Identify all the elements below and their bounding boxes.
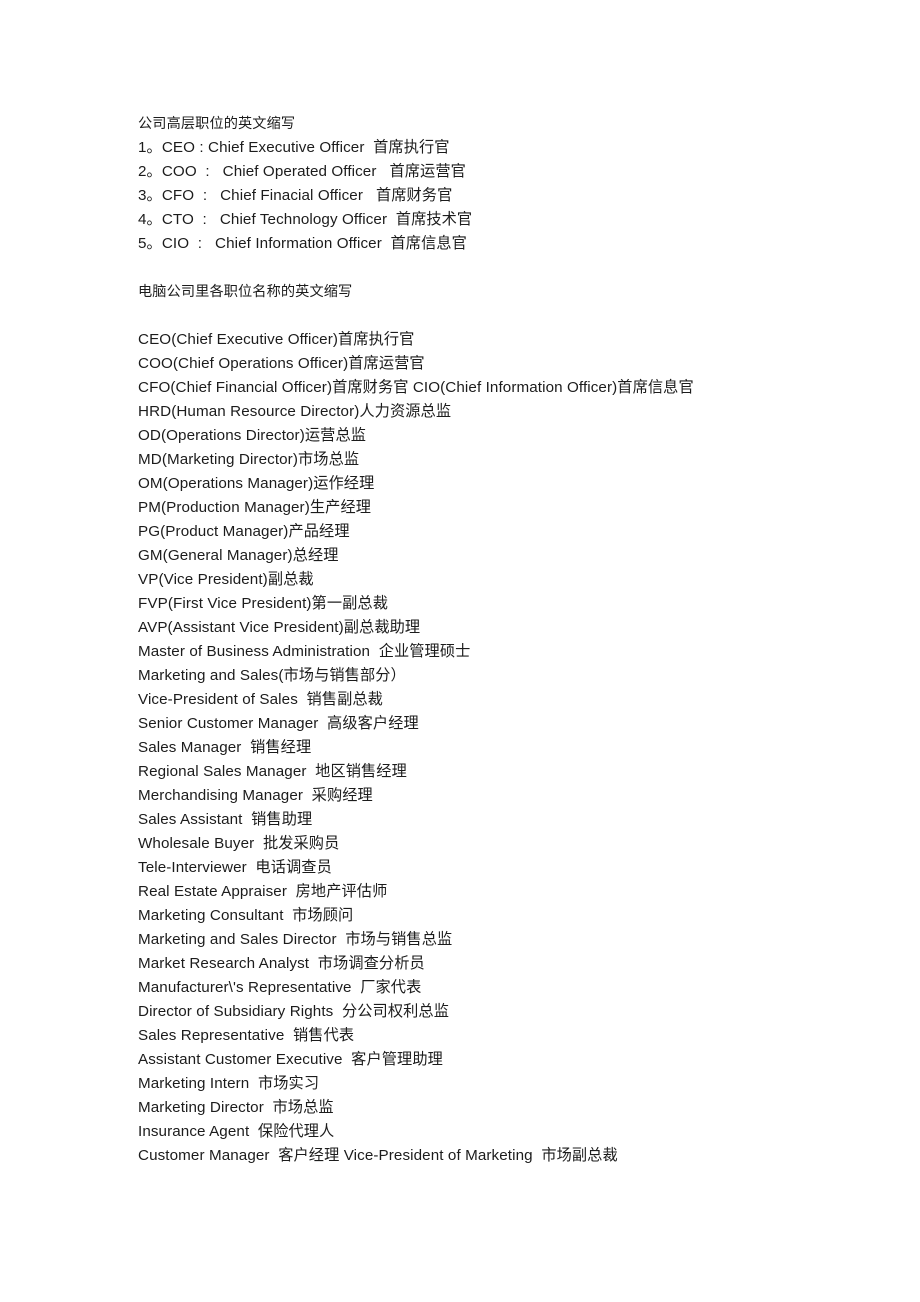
- list-item: 5。CIO : Chief Information Officer 首席信息官: [138, 235, 467, 252]
- list-item: Master of Business Administration 企业管理硕士: [138, 643, 471, 660]
- document-page: 公司高层职位的英文缩写 1。CEO : Chief Executive Offi…: [0, 0, 920, 1302]
- document-body: 公司高层职位的英文缩写 1。CEO : Chief Executive Offi…: [138, 112, 878, 1168]
- list-item: AVP(Assistant Vice President)副总裁助理: [138, 619, 421, 636]
- list-item: Manufacturer\'s Representative 厂家代表: [138, 979, 422, 996]
- list-item: Wholesale Buyer 批发采购员: [138, 835, 340, 852]
- list-item: PG(Product Manager)产品经理: [138, 523, 350, 540]
- list-item: 4。CTO : Chief Technology Officer 首席技术官: [138, 211, 473, 228]
- section-heading-executive-abbreviations: 公司高层职位的英文缩写: [138, 116, 296, 132]
- list-item: Sales Manager 销售经理: [138, 739, 312, 756]
- list-item: 2。COO : Chief Operated Officer 首席运营官: [138, 163, 466, 180]
- list-item: MD(Marketing Director)市场总监: [138, 451, 360, 468]
- list-item: PM(Production Manager)生产经理: [138, 499, 372, 516]
- list-item: 1。CEO : Chief Executive Officer 首席执行官: [138, 139, 450, 156]
- list-item: CEO(Chief Executive Officer)首席执行官: [138, 331, 415, 348]
- list-item: Vice-President of Sales 销售副总裁: [138, 691, 383, 708]
- list-item: Marketing Consultant 市场顾问: [138, 907, 354, 924]
- list-item: COO(Chief Operations Officer)首席运营官: [138, 355, 425, 372]
- list-item: Sales Assistant 销售助理: [138, 811, 313, 828]
- list-item: Sales Representative 销售代表: [138, 1027, 355, 1044]
- list-item: Marketing and Sales Director 市场与销售总监: [138, 931, 453, 948]
- list-item: Regional Sales Manager 地区销售经理: [138, 763, 407, 780]
- list-item: Senior Customer Manager 高级客户经理: [138, 715, 419, 732]
- list-item: VP(Vice President)副总裁: [138, 571, 314, 588]
- list-item: HRD(Human Resource Director)人力资源总监: [138, 403, 452, 420]
- list-item: OM(Operations Manager)运作经理: [138, 475, 375, 492]
- list-item: Real Estate Appraiser 房地产评估师: [138, 883, 388, 900]
- list-item: 3。CFO : Chief Finacial Officer 首席财务官: [138, 187, 453, 204]
- list-item: CFO(Chief Financial Officer)首席财务官 CIO(Ch…: [138, 379, 694, 396]
- list-item: Marketing and Sales(市场与销售部分）: [138, 667, 406, 684]
- list-item: Director of Subsidiary Rights 分公司权利总监: [138, 1003, 449, 1020]
- list-item: Marketing Director 市场总监: [138, 1099, 334, 1116]
- list-item: Marketing Intern 市场实习: [138, 1075, 320, 1092]
- section-heading-computer-company-titles: 电脑公司里各职位名称的英文缩写: [138, 284, 353, 300]
- list-item: FVP(First Vice President)第一副总裁: [138, 595, 388, 612]
- list-item: OD(Operations Director)运营总监: [138, 427, 367, 444]
- list-item: Merchandising Manager 采购经理: [138, 787, 373, 804]
- list-item: Market Research Analyst 市场调查分析员: [138, 955, 425, 972]
- list-item: GM(General Manager)总经理: [138, 547, 339, 564]
- list-item: Assistant Customer Executive 客户管理助理: [138, 1051, 443, 1068]
- list-item: Insurance Agent 保险代理人: [138, 1123, 335, 1140]
- list-item: Customer Manager 客户经理 Vice-President of …: [138, 1147, 618, 1164]
- list-item: Tele-Interviewer 电话调查员: [138, 859, 332, 876]
